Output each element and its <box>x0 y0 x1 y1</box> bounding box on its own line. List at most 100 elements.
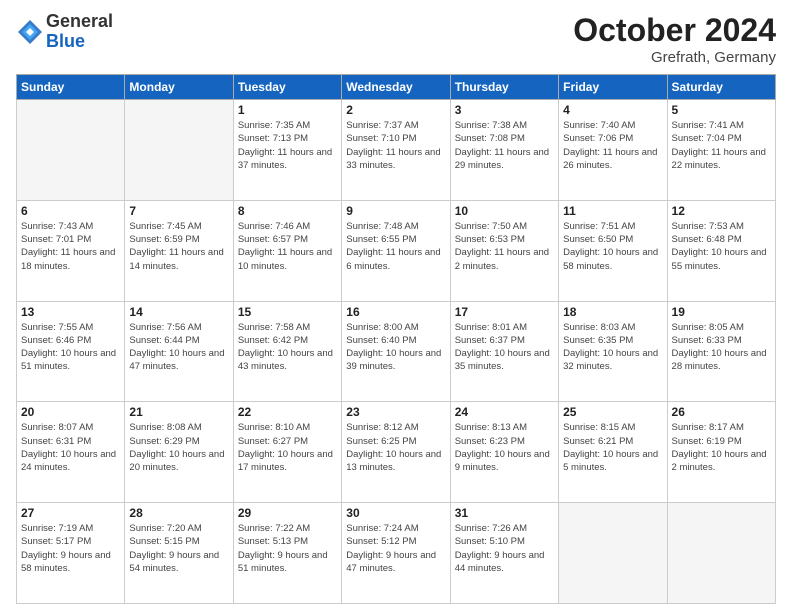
weekday-header-friday: Friday <box>559 75 667 100</box>
page: General Blue October 2024 Grefrath, Germ… <box>0 0 792 612</box>
day-info: Sunrise: 7:43 AM Sunset: 7:01 PM Dayligh… <box>21 220 120 273</box>
day-info: Sunrise: 7:26 AM Sunset: 5:10 PM Dayligh… <box>455 522 554 575</box>
calendar-cell: 10 Sunrise: 7:50 AM Sunset: 6:53 PM Dayli… <box>450 200 558 301</box>
calendar-cell: 21 Sunrise: 8:08 AM Sunset: 6:29 PM Dayli… <box>125 402 233 503</box>
calendar-cell: 28Sunrise: 7:20 AM Sunset: 5:15 PM Dayli… <box>125 503 233 604</box>
day-number: 10 <box>455 204 554 218</box>
calendar-cell <box>667 503 775 604</box>
day-number: 19 <box>672 305 771 319</box>
calendar-week-4: 20 Sunrise: 8:07 AM Sunset: 6:31 PM Dayli… <box>17 402 776 503</box>
calendar-cell <box>559 503 667 604</box>
calendar-cell: 5 Sunrise: 7:41 AM Sunset: 7:04 PM Daylig… <box>667 100 775 201</box>
day-info: Sunrise: 7:46 AM Sunset: 6:57 PM Dayligh… <box>238 220 337 273</box>
calendar-cell: 20 Sunrise: 8:07 AM Sunset: 6:31 PM Dayli… <box>17 402 125 503</box>
day-number: 9 <box>346 204 445 218</box>
weekday-header-thursday: Thursday <box>450 75 558 100</box>
weekday-row: SundayMondayTuesdayWednesdayThursdayFrid… <box>17 75 776 100</box>
header: General Blue October 2024 Grefrath, Germ… <box>16 12 776 66</box>
day-info: Sunrise: 7:58 AM Sunset: 6:42 PM Dayligh… <box>238 321 337 374</box>
calendar-cell: 23 Sunrise: 8:12 AM Sunset: 6:25 PM Dayli… <box>342 402 450 503</box>
calendar: SundayMondayTuesdayWednesdayThursdayFrid… <box>16 74 776 604</box>
day-number: 4 <box>563 103 662 117</box>
day-number: 28 <box>129 506 228 520</box>
day-info: Sunrise: 7:55 AM Sunset: 6:46 PM Dayligh… <box>21 321 120 374</box>
calendar-cell: 7Sunrise: 7:45 AM Sunset: 6:59 PM Daylig… <box>125 200 233 301</box>
calendar-cell: 3 Sunrise: 7:38 AM Sunset: 7:08 PM Daylig… <box>450 100 558 201</box>
calendar-week-2: 6Sunrise: 7:43 AM Sunset: 7:01 PM Daylig… <box>17 200 776 301</box>
weekday-header-sunday: Sunday <box>17 75 125 100</box>
logo: General Blue <box>16 12 113 52</box>
day-info: Sunrise: 8:01 AM Sunset: 6:37 PM Dayligh… <box>455 321 554 374</box>
day-info: Sunrise: 7:51 AM Sunset: 6:50 PM Dayligh… <box>563 220 662 273</box>
day-number: 11 <box>563 204 662 218</box>
day-number: 18 <box>563 305 662 319</box>
day-number: 15 <box>238 305 337 319</box>
day-info: Sunrise: 8:12 AM Sunset: 6:25 PM Dayligh… <box>346 421 445 474</box>
calendar-cell: 18 Sunrise: 8:03 AM Sunset: 6:35 PM Dayli… <box>559 301 667 402</box>
day-info: Sunrise: 7:19 AM Sunset: 5:17 PM Dayligh… <box>21 522 120 575</box>
calendar-cell: 31Sunrise: 7:26 AM Sunset: 5:10 PM Dayli… <box>450 503 558 604</box>
day-number: 26 <box>672 405 771 419</box>
calendar-cell: 30Sunrise: 7:24 AM Sunset: 5:12 PM Dayli… <box>342 503 450 604</box>
calendar-cell: 29Sunrise: 7:22 AM Sunset: 5:13 PM Dayli… <box>233 503 341 604</box>
day-info: Sunrise: 8:17 AM Sunset: 6:19 PM Dayligh… <box>672 421 771 474</box>
day-number: 25 <box>563 405 662 419</box>
day-info: Sunrise: 8:08 AM Sunset: 6:29 PM Dayligh… <box>129 421 228 474</box>
day-info: Sunrise: 8:15 AM Sunset: 6:21 PM Dayligh… <box>563 421 662 474</box>
calendar-cell: 22Sunrise: 8:10 AM Sunset: 6:27 PM Dayli… <box>233 402 341 503</box>
calendar-week-3: 13 Sunrise: 7:55 AM Sunset: 6:46 PM Dayli… <box>17 301 776 402</box>
calendar-cell: 19 Sunrise: 8:05 AM Sunset: 6:33 PM Dayli… <box>667 301 775 402</box>
calendar-cell: 27Sunrise: 7:19 AM Sunset: 5:17 PM Dayli… <box>17 503 125 604</box>
day-number: 17 <box>455 305 554 319</box>
day-info: Sunrise: 7:40 AM Sunset: 7:06 PM Dayligh… <box>563 119 662 172</box>
title-block: October 2024 Grefrath, Germany <box>573 12 776 66</box>
calendar-cell: 1 Sunrise: 7:35 AM Sunset: 7:13 PM Daylig… <box>233 100 341 201</box>
day-info: Sunrise: 8:03 AM Sunset: 6:35 PM Dayligh… <box>563 321 662 374</box>
day-info: Sunrise: 8:05 AM Sunset: 6:33 PM Dayligh… <box>672 321 771 374</box>
calendar-cell <box>17 100 125 201</box>
location: Grefrath, Germany <box>573 49 776 66</box>
day-number: 12 <box>672 204 771 218</box>
day-number: 24 <box>455 405 554 419</box>
day-info: Sunrise: 7:37 AM Sunset: 7:10 PM Dayligh… <box>346 119 445 172</box>
calendar-cell: 17 Sunrise: 8:01 AM Sunset: 6:37 PM Dayli… <box>450 301 558 402</box>
calendar-cell: 4 Sunrise: 7:40 AM Sunset: 7:06 PM Daylig… <box>559 100 667 201</box>
calendar-body: 1 Sunrise: 7:35 AM Sunset: 7:13 PM Daylig… <box>17 100 776 604</box>
day-number: 21 <box>129 405 228 419</box>
day-info: Sunrise: 7:53 AM Sunset: 6:48 PM Dayligh… <box>672 220 771 273</box>
day-number: 16 <box>346 305 445 319</box>
weekday-header-tuesday: Tuesday <box>233 75 341 100</box>
logo-blue-text: Blue <box>46 32 113 52</box>
day-info: Sunrise: 7:41 AM Sunset: 7:04 PM Dayligh… <box>672 119 771 172</box>
calendar-cell: 14Sunrise: 7:56 AM Sunset: 6:44 PM Dayli… <box>125 301 233 402</box>
day-info: Sunrise: 8:07 AM Sunset: 6:31 PM Dayligh… <box>21 421 120 474</box>
calendar-cell: 2Sunrise: 7:37 AM Sunset: 7:10 PM Daylig… <box>342 100 450 201</box>
logo-icon <box>16 18 44 46</box>
weekday-header-monday: Monday <box>125 75 233 100</box>
weekday-header-saturday: Saturday <box>667 75 775 100</box>
day-info: Sunrise: 7:35 AM Sunset: 7:13 PM Dayligh… <box>238 119 337 172</box>
calendar-week-5: 27Sunrise: 7:19 AM Sunset: 5:17 PM Dayli… <box>17 503 776 604</box>
day-info: Sunrise: 7:22 AM Sunset: 5:13 PM Dayligh… <box>238 522 337 575</box>
day-number: 5 <box>672 103 771 117</box>
day-info: Sunrise: 7:45 AM Sunset: 6:59 PM Dayligh… <box>129 220 228 273</box>
calendar-cell: 6Sunrise: 7:43 AM Sunset: 7:01 PM Daylig… <box>17 200 125 301</box>
weekday-header-wednesday: Wednesday <box>342 75 450 100</box>
day-number: 23 <box>346 405 445 419</box>
calendar-cell: 13 Sunrise: 7:55 AM Sunset: 6:46 PM Dayli… <box>17 301 125 402</box>
day-info: Sunrise: 7:48 AM Sunset: 6:55 PM Dayligh… <box>346 220 445 273</box>
day-number: 13 <box>21 305 120 319</box>
calendar-cell: 9 Sunrise: 7:48 AM Sunset: 6:55 PM Daylig… <box>342 200 450 301</box>
day-info: Sunrise: 7:50 AM Sunset: 6:53 PM Dayligh… <box>455 220 554 273</box>
calendar-cell: 12 Sunrise: 7:53 AM Sunset: 6:48 PM Dayli… <box>667 200 775 301</box>
day-number: 3 <box>455 103 554 117</box>
calendar-header: SundayMondayTuesdayWednesdayThursdayFrid… <box>17 75 776 100</box>
day-info: Sunrise: 7:38 AM Sunset: 7:08 PM Dayligh… <box>455 119 554 172</box>
day-number: 1 <box>238 103 337 117</box>
logo-text: General Blue <box>46 12 113 52</box>
day-number: 20 <box>21 405 120 419</box>
day-number: 22 <box>238 405 337 419</box>
calendar-cell: 24Sunrise: 8:13 AM Sunset: 6:23 PM Dayli… <box>450 402 558 503</box>
day-number: 8 <box>238 204 337 218</box>
month-year: October 2024 <box>573 12 776 49</box>
